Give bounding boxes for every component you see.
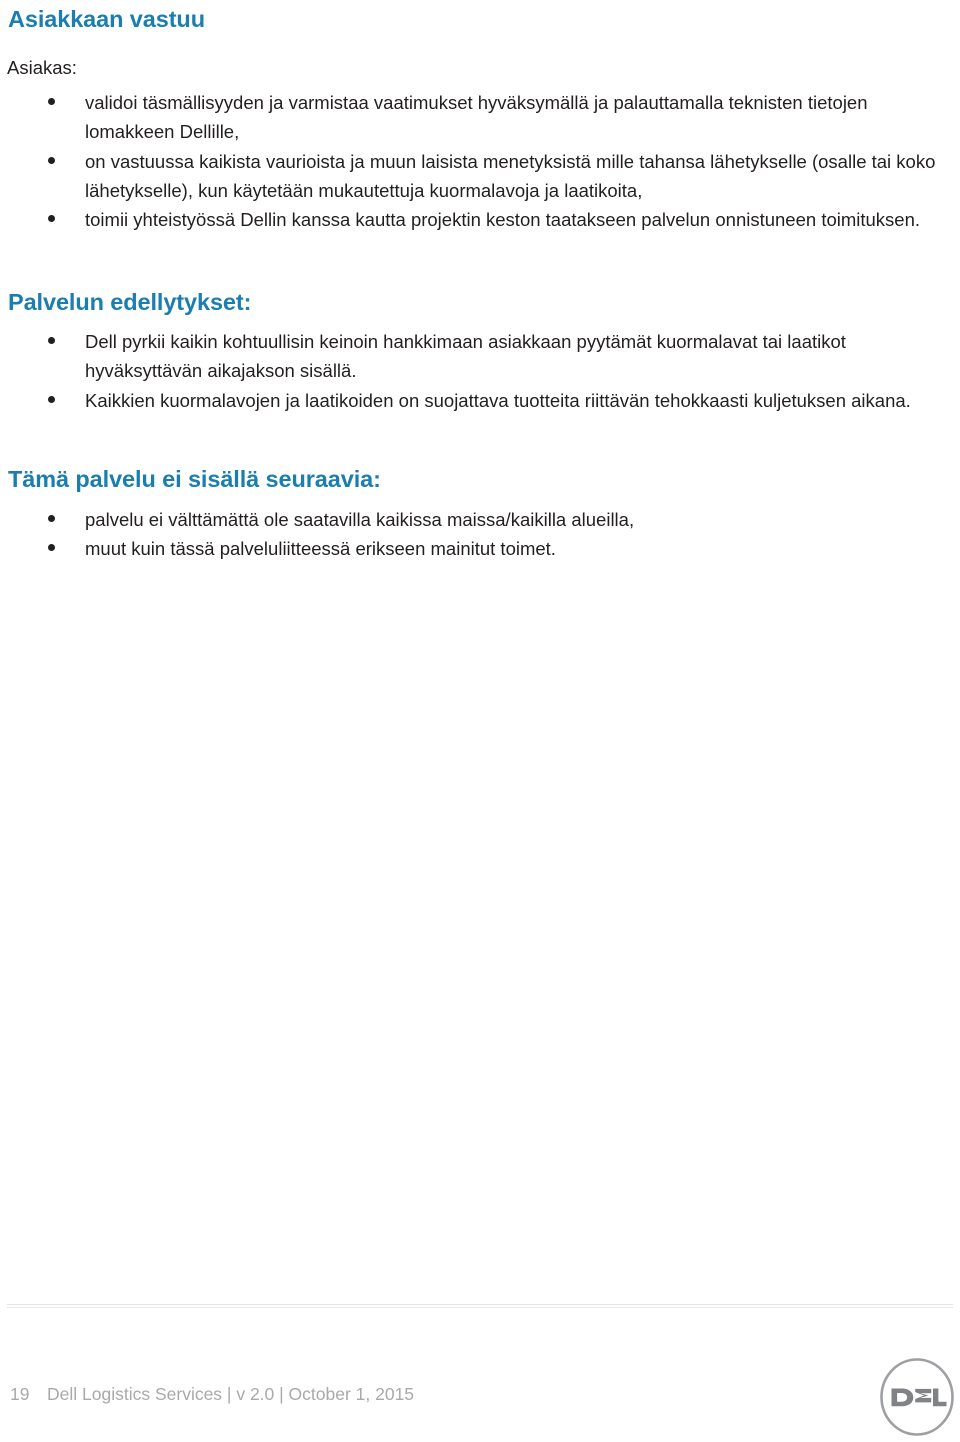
bullet-dot-icon xyxy=(48,215,55,223)
list-item-text: muut kuin tässä palveluliitteessä erikse… xyxy=(85,538,556,560)
prerequisites-bullet-list: Dell pyrkii kaikin kohtuullisin keinoin … xyxy=(0,327,952,415)
list-item-text: toimii yhteistyössä Dellin kanssa kautta… xyxy=(85,209,921,231)
footer-page-number: 19 xyxy=(10,1384,30,1404)
responsibility-bullet-list: validoi täsmällisyyden ja varmistaa vaat… xyxy=(0,88,952,234)
section-heading-exclusions: Tämä palvelu ei sisällä seuraavia: xyxy=(8,466,381,492)
bullet-dot-icon xyxy=(48,515,55,522)
list-item: validoi täsmällisyyden ja varmistaa vaat… xyxy=(0,88,952,147)
document-page: Asiakkaan vastuu Asiakas: validoi täsmäl… xyxy=(0,0,960,1442)
bullet-dot-icon xyxy=(48,156,55,164)
list-item: Dell pyrkii kaikin kohtuullisin keinoin … xyxy=(0,327,952,386)
list-item: palvelu ei välttämättä ole saatavilla ka… xyxy=(0,505,952,534)
list-item: Kaikkien kuormalavojen ja laatikoiden on… xyxy=(0,386,952,415)
list-item: toimii yhteistyössä Dellin kanssa kautta… xyxy=(0,205,952,234)
list-item-text: validoi täsmällisyyden ja varmistaa vaat… xyxy=(85,92,868,143)
footer-divider xyxy=(7,1304,953,1308)
list-item-text: on vastuussa kaikista vaurioista ja muun… xyxy=(85,150,936,201)
page-footer: 19 Dell Logistics Services | v 2.0 | Oct… xyxy=(0,1382,960,1422)
list-item-text: Kaikkien kuormalavojen ja laatikoiden on… xyxy=(85,389,911,411)
page-title: Asiakkaan vastuu xyxy=(8,6,205,32)
list-item: on vastuussa kaikista vaurioista ja muun… xyxy=(0,147,952,206)
intro-label: Asiakas: xyxy=(7,57,77,78)
dell-logo-icon xyxy=(879,1357,955,1437)
bullet-dot-icon xyxy=(48,544,55,552)
bullet-dot-icon xyxy=(48,337,55,344)
exclusions-bullet-list: palvelu ei välttämättä ole saatavilla ka… xyxy=(0,505,952,564)
bullet-dot-icon xyxy=(48,395,55,403)
footer-caption: Dell Logistics Services | v 2.0 | Octobe… xyxy=(47,1384,415,1404)
list-item-text: palvelu ei välttämättä ole saatavilla ka… xyxy=(85,509,635,530)
list-item: muut kuin tässä palveluliitteessä erikse… xyxy=(0,534,952,563)
list-item-text: Dell pyrkii kaikin kohtuullisin keinoin … xyxy=(85,331,846,382)
bullet-dot-icon xyxy=(48,98,55,105)
section-heading-prerequisites: Palvelun edellytykset: xyxy=(8,289,252,315)
